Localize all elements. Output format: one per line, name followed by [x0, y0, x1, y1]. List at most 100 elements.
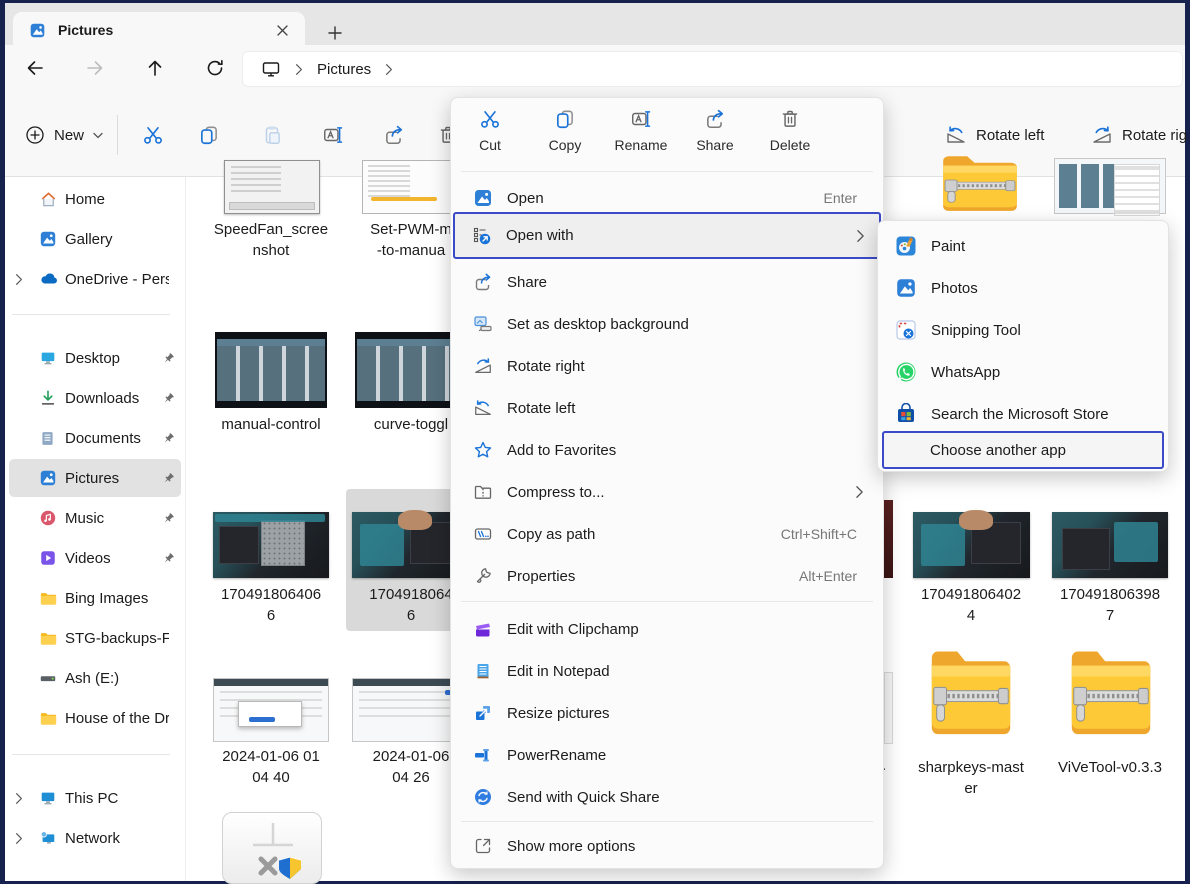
sidebar-item-videos[interactable]: Videos	[9, 539, 181, 577]
rotate-left-button[interactable]: Rotate left	[945, 115, 1044, 155]
file-thumbnail-remap-dialog[interactable]	[213, 678, 329, 742]
quick-cut-button[interactable]: Cut	[457, 108, 523, 166]
sidebar-item-network[interactable]: Network	[9, 819, 181, 857]
tab-pictures[interactable]: Pictures	[13, 12, 305, 48]
quick-rename-button[interactable]: Rename	[608, 108, 674, 166]
sidebar-item-documents[interactable]: Documents	[9, 419, 181, 457]
quick-copy-button[interactable]: Copy	[532, 108, 598, 166]
videos-icon	[39, 549, 57, 567]
tab-bar: Pictures	[5, 3, 1185, 45]
rename-icon	[630, 108, 652, 130]
rotate-right-icon	[1091, 124, 1113, 146]
menu-separator	[461, 821, 873, 822]
submenu-item-microsoft-store[interactable]: Search the Microsoft Store	[882, 393, 1164, 435]
pictures-app-icon	[29, 22, 46, 39]
sidebar-item-house-of-the-dragon[interactable]: House of the Drag	[9, 699, 181, 737]
sidebar-item-this-pc[interactable]: This PC	[9, 779, 181, 817]
share-button[interactable]	[374, 115, 414, 155]
file-thumbnail-zip-folder[interactable]	[934, 152, 1026, 218]
sidebar-item-home[interactable]: Home	[9, 180, 181, 218]
photos-icon	[473, 188, 493, 208]
file-label[interactable]: 2024-01-06 0104 40	[196, 746, 346, 788]
sidebar-item-downloads[interactable]: Downloads	[9, 379, 181, 417]
menu-separator	[461, 171, 873, 172]
file-label[interactable]: 1704918063987	[1035, 584, 1185, 626]
submenu-chevron-icon	[855, 485, 864, 499]
back-button[interactable]	[19, 52, 51, 84]
menu-item-edit-with-clipchamp[interactable]: Edit with Clipchamp	[456, 608, 878, 650]
address-bar[interactable]: Pictures	[242, 51, 1183, 87]
file-thumbnail-photo[interactable]	[213, 512, 329, 578]
file-thumbnail-photo[interactable]	[1052, 512, 1168, 578]
sidebar-item-ash-drive[interactable]: Ash (E:)	[9, 659, 181, 697]
file-label[interactable]: sharpkeys-master	[896, 757, 1046, 799]
file-label[interactable]: 1704918064024	[896, 584, 1046, 626]
chevron-down-icon	[93, 132, 103, 139]
cut-button[interactable]	[133, 115, 173, 155]
refresh-button[interactable]	[199, 52, 231, 84]
file-thumbnail-manual-control[interactable]	[215, 332, 327, 408]
tab-close-icon[interactable]	[269, 17, 295, 43]
forward-button[interactable]	[79, 52, 111, 84]
submenu-item-paint[interactable]: Paint	[882, 225, 1164, 267]
submenu-item-snipping-tool[interactable]: Snipping Tool	[882, 309, 1164, 351]
rotate-right-button[interactable]: Rotate rig	[1091, 115, 1187, 155]
file-label[interactable]: 1704918064066	[196, 584, 346, 626]
new-button[interactable]: New	[15, 113, 113, 157]
pictures-icon	[39, 469, 57, 487]
menu-item-send-with-quick-share[interactable]: Send with Quick Share	[456, 776, 878, 818]
sidebar-item-stg-backups[interactable]: STG-backups-FF-1	[9, 619, 181, 657]
copy-button[interactable]	[189, 115, 229, 155]
menu-item-open-with[interactable]: Open with	[453, 212, 881, 259]
quick-delete-button[interactable]: Delete	[757, 108, 823, 166]
sidebar-item-pictures[interactable]: Pictures	[9, 459, 181, 497]
partial-thumbnail-sliver	[884, 500, 893, 578]
up-button[interactable]	[139, 52, 171, 84]
sidebar-item-music[interactable]: Music	[9, 499, 181, 537]
sidebar-item-desktop[interactable]: Desktop	[9, 339, 181, 377]
menu-item-show-more-options[interactable]: Show more options	[456, 825, 878, 867]
menu-item-powerrename[interactable]: PowerRename	[456, 734, 878, 776]
menu-item-resize-pictures[interactable]: Resize pictures	[456, 692, 878, 734]
menu-item-rotate-left[interactable]: Rotate left	[456, 387, 878, 429]
file-label[interactable]: manual-control	[196, 414, 346, 435]
file-thumbnail-photo[interactable]	[913, 512, 1030, 578]
menu-item-copy-as-path[interactable]: Copy as path Ctrl+Shift+C	[456, 513, 878, 555]
paste-button[interactable]	[252, 115, 292, 155]
file-thumbnail-speedfan[interactable]	[224, 160, 320, 214]
menu-item-edit-in-notepad[interactable]: Edit in Notepad	[456, 650, 878, 692]
submenu-item-choose-another-app[interactable]: Choose another app	[882, 431, 1164, 469]
expand-chevron-icon[interactable]	[15, 273, 23, 286]
rename-button[interactable]	[313, 115, 353, 155]
file-label[interactable]: ViVeTool-v0.3.3	[1035, 757, 1185, 778]
rotate-right-label: Rotate rig	[1122, 127, 1187, 144]
file-thumbnail-zip-sharpkeys[interactable]	[922, 645, 1020, 745]
sidebar-item-gallery[interactable]: Gallery	[9, 220, 181, 258]
file-label[interactable]: SpeedFan_screenshot	[196, 219, 346, 261]
folder-icon	[39, 589, 58, 608]
folder-icon	[39, 709, 58, 728]
pin-icon	[161, 391, 176, 406]
new-tab-button[interactable]	[323, 21, 347, 45]
file-thumbnail-zip-vivetool[interactable]	[1062, 645, 1160, 745]
submenu-item-whatsapp[interactable]: WhatsApp	[882, 351, 1164, 393]
menu-item-rotate-right[interactable]: Rotate right	[456, 345, 878, 387]
menu-item-compress-to[interactable]: Compress to...	[456, 471, 878, 513]
sidebar-item-bing-images[interactable]: Bing Images	[9, 579, 181, 617]
menu-item-properties[interactable]: Properties Alt+Enter	[456, 555, 878, 597]
network-icon	[39, 829, 57, 847]
file-thumbnail-set-pwm[interactable]	[362, 160, 458, 214]
file-thumbnail-sharpkeys-app[interactable]	[222, 812, 322, 884]
submenu-item-photos[interactable]: Photos	[882, 267, 1164, 309]
menu-item-share[interactable]: Share	[456, 261, 878, 303]
sidebar-item-onedrive[interactable]: OneDrive - Person	[9, 260, 181, 298]
quick-share-button[interactable]: Share	[682, 108, 748, 166]
breadcrumb-pictures[interactable]: Pictures	[317, 61, 371, 78]
expand-chevron-icon[interactable]	[15, 792, 23, 805]
file-thumbnail-screenshot[interactable]	[1054, 158, 1166, 214]
menu-item-set-desktop-background[interactable]: Set as desktop background	[456, 303, 878, 345]
photos-icon	[895, 277, 917, 299]
expand-chevron-icon[interactable]	[15, 832, 23, 845]
breadcrumb-chevron-icon	[295, 63, 303, 76]
menu-item-add-to-favorites[interactable]: Add to Favorites	[456, 429, 878, 471]
